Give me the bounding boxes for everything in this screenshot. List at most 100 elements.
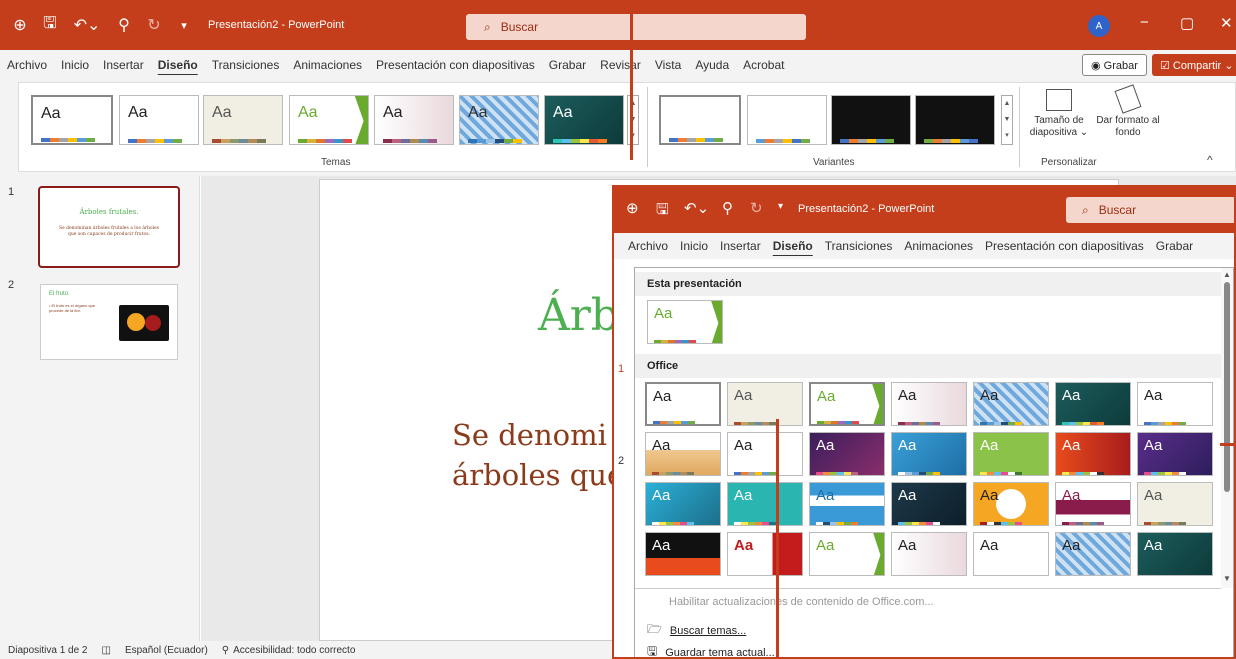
office-theme-thumb[interactable]: Aa <box>809 382 885 426</box>
tab-insertar[interactable]: Insertar <box>96 58 151 72</box>
office-theme-thumb[interactable]: Aa <box>891 532 967 576</box>
office-theme-thumb[interactable]: Aa <box>1137 482 1213 526</box>
office-theme-thumb[interactable]: Aa <box>1137 432 1213 476</box>
undo-icon[interactable]: ↶⌄ <box>684 199 709 217</box>
tab-archivo[interactable]: Archivo <box>0 58 54 72</box>
present-icon[interactable]: ⚲ <box>114 15 134 35</box>
accessibility-status[interactable]: Accesibilidad: todo correcto <box>233 645 355 656</box>
variant-thumb[interactable] <box>659 95 741 145</box>
slide-thumbnail-1[interactable]: Árboles frutales. Se denominan árboles f… <box>38 186 180 268</box>
slide-body-line-2[interactable]: árboles que <box>452 458 624 492</box>
theme-thumb[interactable]: Aa <box>459 95 539 145</box>
scroll-thumb[interactable] <box>1224 282 1230 492</box>
save-icon[interactable]: 🖫 <box>40 15 60 35</box>
slide-number: 1 <box>8 186 15 198</box>
undo-icon[interactable]: ↶⌄ <box>70 15 104 35</box>
theme-thumb[interactable]: Aa <box>203 95 283 145</box>
office-theme-thumb[interactable]: Aa <box>1137 382 1213 426</box>
office-theme-thumb[interactable]: Aa <box>809 432 885 476</box>
variants-scroll[interactable]: ▲ ▼ ▾ <box>1001 95 1013 145</box>
office-theme-thumb[interactable]: Aa <box>891 382 967 426</box>
variant-thumb[interactable] <box>915 95 995 145</box>
office-theme-thumb[interactable]: Aa <box>1055 382 1131 426</box>
present-icon[interactable]: ⚲ <box>722 199 733 217</box>
save-icon[interactable]: 🖫 <box>656 199 669 224</box>
tab-acrobat[interactable]: Acrobat <box>736 58 791 72</box>
office-theme-thumb[interactable]: Aa <box>645 432 721 476</box>
tab-transiciones[interactable]: Transiciones <box>819 239 899 253</box>
office-theme-thumb[interactable]: Aa <box>1137 532 1213 576</box>
theme-thumb[interactable]: Aa <box>119 95 199 145</box>
office-theme-thumb[interactable]: Aa <box>973 432 1049 476</box>
variant-thumb[interactable] <box>831 95 911 145</box>
restore-button[interactable]: ▢ <box>1180 14 1194 32</box>
office-theme-thumb[interactable]: Aa <box>1055 432 1131 476</box>
format-background-button[interactable]: Dar formato al fondo <box>1095 84 1161 139</box>
office-theme-thumb[interactable]: Aa <box>809 482 885 526</box>
close-button[interactable]: ✕ <box>1220 14 1233 32</box>
current-theme-thumb[interactable]: Aa <box>647 300 723 344</box>
tab-presentacion[interactable]: Presentación con diapositivas <box>369 58 542 72</box>
tab-grabar[interactable]: Grabar <box>1150 239 1199 253</box>
gallery-scrollbar[interactable]: ▲ ▼ <box>1221 268 1233 588</box>
office-theme-thumb[interactable]: Aa <box>973 532 1049 576</box>
office-theme-thumb[interactable]: Aa <box>727 482 803 526</box>
tab-diseno[interactable]: Diseño <box>151 58 205 72</box>
office-theme-thumb[interactable]: Aa <box>727 432 803 476</box>
tab-ayuda[interactable]: Ayuda <box>688 58 736 72</box>
share-button[interactable]: ☑ Compartir ⌄ <box>1152 54 1236 76</box>
office-theme-thumb[interactable]: Aa <box>891 432 967 476</box>
slide-thumbnail-2[interactable]: El fruto. • El fruto es el órgano que pr… <box>40 284 178 360</box>
language-status[interactable]: Español (Ecuador) <box>125 645 208 656</box>
autosave-icon[interactable]: ⊕ <box>10 15 30 35</box>
tab-inicio[interactable]: Inicio <box>54 58 96 72</box>
redo-icon[interactable]: ↻ <box>144 15 164 35</box>
tab-archivo[interactable]: Archivo <box>622 239 674 253</box>
office-theme-thumb[interactable]: Aa <box>891 482 967 526</box>
slide-body-line-1[interactable]: Se denomi <box>452 418 607 452</box>
theme-thumb[interactable]: Aa <box>544 95 624 145</box>
tab-revisar[interactable]: Revisar <box>593 58 648 72</box>
tab-transiciones[interactable]: Transiciones <box>205 58 287 72</box>
tab-insertar[interactable]: Insertar <box>714 239 767 253</box>
spellcheck-icon[interactable]: ◫ <box>102 645 111 656</box>
record-button[interactable]: ◉ Grabar <box>1082 54 1147 76</box>
slide-size-button[interactable]: Tamaño de diapositiva ⌄ <box>1025 89 1093 139</box>
scroll-up-icon[interactable]: ▲ <box>1223 270 1231 279</box>
customize-qat-icon[interactable]: ▾ <box>174 15 194 35</box>
scroll-down-icon[interactable]: ▼ <box>1223 574 1231 583</box>
office-theme-thumb[interactable]: Aa <box>809 532 885 576</box>
tab-vista[interactable]: Vista <box>648 58 688 72</box>
variant-thumb[interactable] <box>747 95 827 145</box>
redo-icon[interactable]: ↻ <box>750 199 763 217</box>
office-theme-thumb[interactable]: Aa <box>1055 482 1131 526</box>
office-theme-thumb[interactable]: Aa <box>645 482 721 526</box>
save-theme-item[interactable]: 🖫 Guardar tema actual... <box>635 642 1221 657</box>
theme-thumb[interactable]: Aa <box>374 95 454 145</box>
minimize-button[interactable]: − <box>1140 14 1149 31</box>
office-theme-thumb[interactable]: Aa <box>973 482 1049 526</box>
office-theme-thumb[interactable]: Aa <box>645 532 721 576</box>
search-box[interactable]: ⌕ Buscar <box>466 14 806 40</box>
autosave-icon[interactable]: ⊕ <box>626 199 639 217</box>
themes-scroll[interactable]: ▲▼▾ <box>627 95 639 145</box>
tab-inicio[interactable]: Inicio <box>674 239 714 253</box>
tab-presentacion[interactable]: Presentación con diapositivas <box>979 239 1150 253</box>
tab-diseno[interactable]: Diseño <box>767 239 819 253</box>
collapse-ribbon-button[interactable]: ^ <box>1207 153 1213 167</box>
tab-grabar[interactable]: Grabar <box>542 58 593 72</box>
slide-title[interactable]: Árb <box>538 290 619 341</box>
office-theme-thumb[interactable]: Aa <box>727 532 803 576</box>
theme-thumb[interactable]: Aa <box>289 95 369 145</box>
user-avatar[interactable]: A <box>1088 15 1110 37</box>
tab-animaciones[interactable]: Animaciones <box>286 58 369 72</box>
office-theme-thumb[interactable]: Aa <box>645 382 721 426</box>
tab-animaciones[interactable]: Animaciones <box>898 239 979 253</box>
office-theme-thumb[interactable]: Aa <box>973 382 1049 426</box>
office-theme-thumb[interactable]: Aa <box>1055 532 1131 576</box>
theme-thumb[interactable]: Aa <box>31 95 113 145</box>
overlay-search-box[interactable]: ⌕ Buscar <box>1066 197 1234 223</box>
office-theme-thumb[interactable]: Aa <box>727 382 803 426</box>
browse-themes-item[interactable]: 🗁 Buscar temas... <box>635 620 1221 641</box>
customize-qat-icon[interactable]: ▾ <box>778 201 783 212</box>
